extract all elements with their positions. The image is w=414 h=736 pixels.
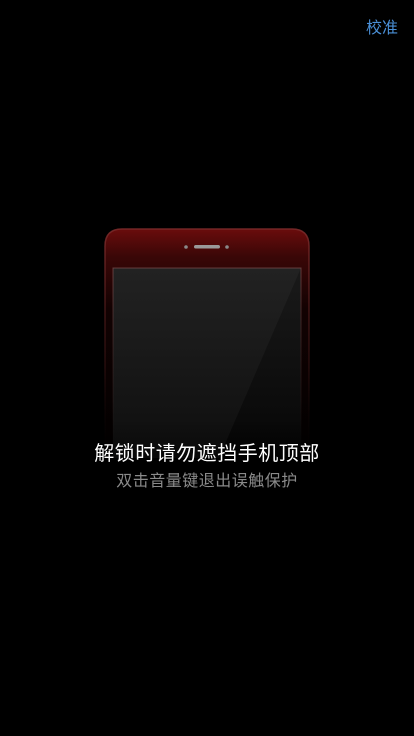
phone-illustration	[104, 228, 310, 458]
sensor-dot-left	[184, 245, 188, 249]
prompt-block: 解锁时请勿遮挡手机顶部 双击音量键退出误触保护	[0, 440, 414, 492]
sensor-dot-right	[225, 245, 229, 249]
calibrate-button[interactable]: 校准	[366, 14, 398, 38]
earpiece	[194, 245, 220, 249]
phone-front-icon	[104, 228, 310, 458]
prompt-title: 解锁时请勿遮挡手机顶部	[94, 441, 320, 465]
pocket-mode-screen: 校准 解锁时请勿遮挡手机顶部 双击音量键退出误触保护	[0, 0, 414, 736]
prompt-subtitle: 双击音量键退出误触保护	[116, 471, 298, 490]
